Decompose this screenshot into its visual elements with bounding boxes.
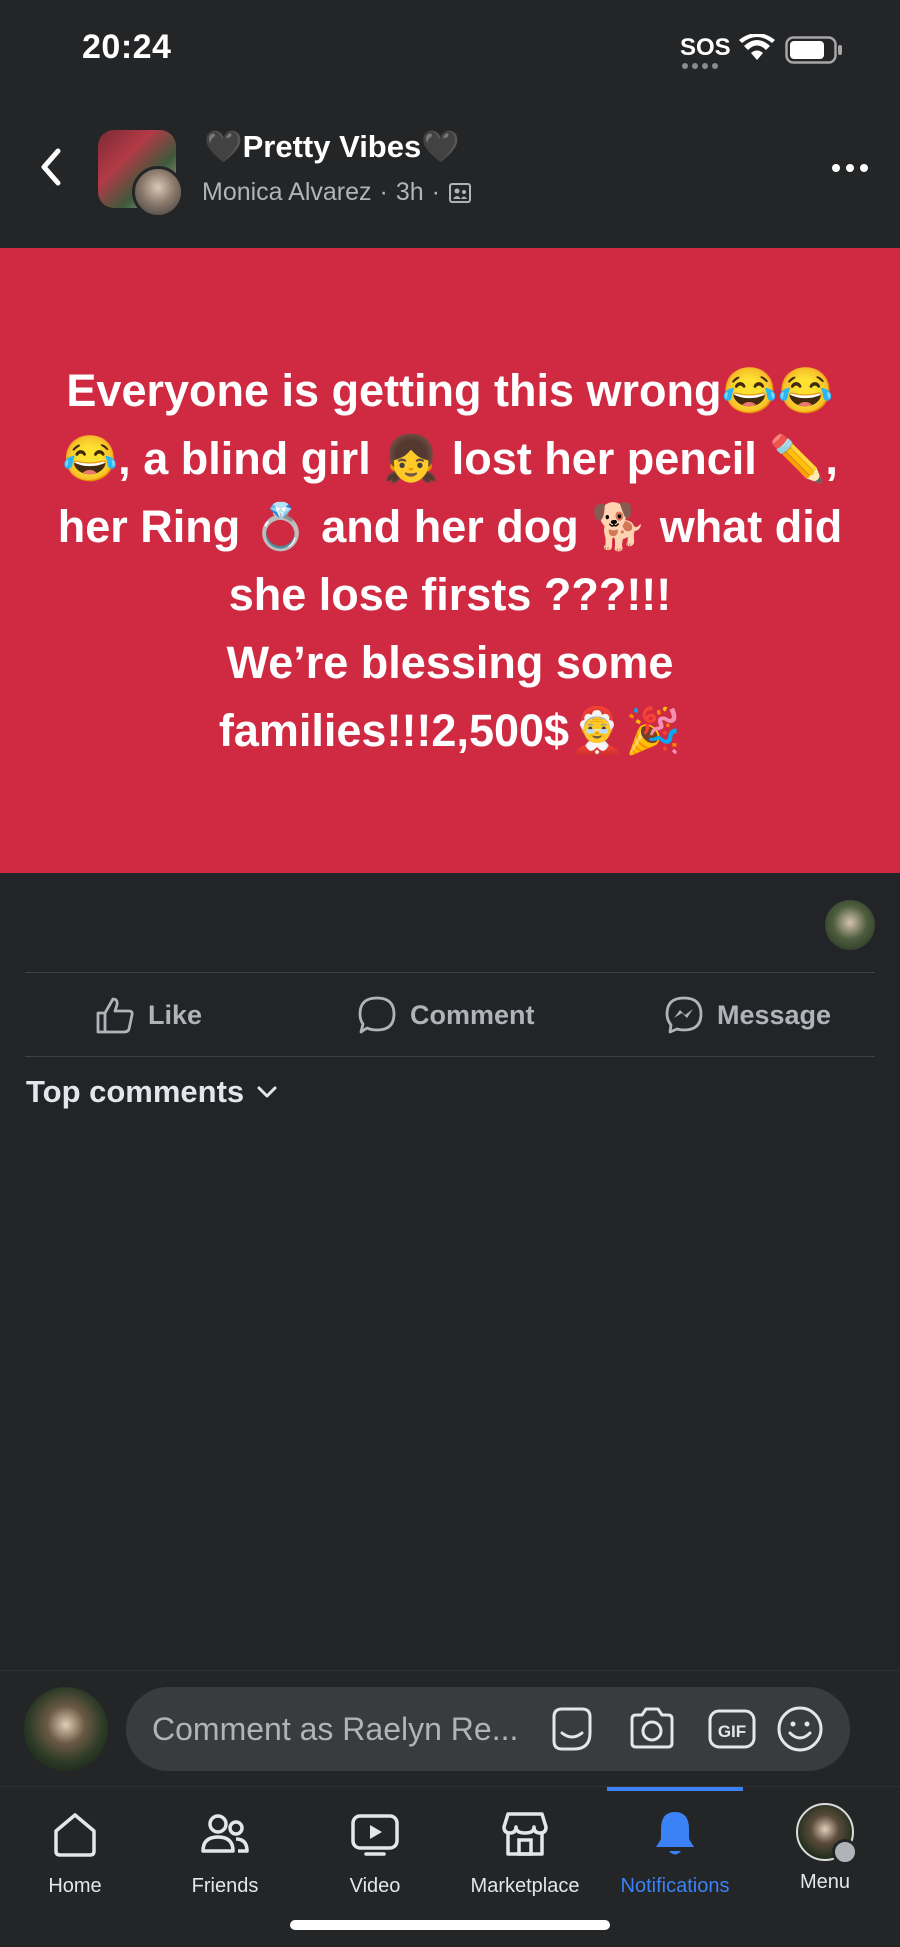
nav-marketplace[interactable]: Marketplace	[450, 1787, 600, 1907]
screen: 20:24 SOS 🖤Pretty Vibes🖤 Monica Alvarez	[0, 0, 900, 1947]
post-text: Everyone is getting this wrong😂😂😂, a bli…	[50, 357, 850, 765]
nav-marketplace-label: Marketplace	[470, 1875, 580, 1897]
comment-label: Comment	[410, 999, 535, 1030]
bell-icon	[656, 1812, 694, 1855]
divider	[25, 972, 875, 973]
nav-notifications[interactable]: Notifications	[600, 1787, 750, 1907]
menu-badge-icon	[832, 1839, 858, 1865]
action-bar: Like Comment Message	[0, 974, 900, 1056]
like-icon	[96, 997, 134, 1034]
nav-video[interactable]: Video	[300, 1787, 450, 1907]
post-card: Everyone is getting this wrong😂😂😂, a bli…	[0, 248, 900, 873]
camera-icon[interactable]	[626, 1703, 678, 1755]
nav-home-label: Home	[48, 1875, 102, 1897]
more-icon	[832, 164, 840, 172]
battery-icon	[785, 36, 842, 64]
privacy-icon	[449, 182, 471, 203]
post-time: 3h	[395, 178, 424, 206]
comments-filter-label: Top comments	[26, 1074, 245, 1109]
nav-video-label: Video	[349, 1875, 401, 1897]
post-text-line-2: We’re blessing some families!!!2,500$🤶🎉	[218, 636, 682, 756]
home-indicator[interactable]	[290, 1920, 610, 1930]
sos-indicator: SOS	[680, 34, 731, 61]
messenger-icon	[665, 996, 703, 1034]
message-button[interactable]: Message	[663, 974, 831, 1056]
like-label: Like	[148, 999, 203, 1030]
message-label: Message	[717, 999, 832, 1030]
current-user-avatar	[24, 1687, 108, 1771]
sticker-icon[interactable]	[546, 1703, 598, 1755]
status-time: 20:24	[82, 28, 172, 66]
comment-placeholder: Comment as Raelyn Re...	[152, 1711, 519, 1747]
more-button[interactable]	[826, 156, 874, 180]
home-icon	[54, 1813, 96, 1857]
marketplace-icon	[502, 1812, 548, 1856]
meta-separator: ·	[379, 178, 388, 206]
comment-composer: Comment as Raelyn Re... GIF	[0, 1670, 900, 1786]
comment-icon	[358, 996, 396, 1034]
post-text-line-1: Everyone is getting this wrong😂😂😂, a bli…	[57, 364, 843, 620]
group-avatar[interactable]	[98, 130, 184, 218]
nav-menu-label: Menu	[799, 1871, 851, 1893]
gif-icon[interactable]: GIF	[706, 1703, 758, 1755]
like-button[interactable]: Like	[94, 974, 202, 1056]
status-bar: 20:24 SOS	[0, 0, 900, 100]
friends-icon	[201, 1814, 249, 1853]
post-meta: Monica Alvarez · 3h ·	[202, 178, 472, 207]
signal-dots	[682, 63, 722, 69]
emoji-icon[interactable]	[774, 1703, 826, 1755]
chevron-left-icon	[41, 148, 61, 186]
menu-avatar	[796, 1803, 858, 1865]
nav-menu[interactable]: Menu	[750, 1787, 900, 1907]
meta-separator-2: ·	[431, 178, 440, 206]
comments-filter[interactable]: Top comments	[26, 1074, 278, 1110]
author-name[interactable]: Monica Alvarez	[202, 178, 372, 207]
wifi-icon	[739, 34, 775, 60]
chevron-down-icon	[257, 1086, 277, 1098]
nav-friends[interactable]: Friends	[150, 1787, 300, 1907]
nav-notifications-label: Notifications	[620, 1875, 730, 1897]
seen-by-avatar[interactable]	[825, 900, 875, 950]
group-name[interactable]: 🖤Pretty Vibes🖤	[204, 128, 460, 165]
post-header: 🖤Pretty Vibes🖤 Monica Alvarez · 3h ·	[0, 100, 900, 248]
svg-text:GIF: GIF	[718, 1722, 746, 1741]
author-avatar	[132, 166, 184, 218]
comment-button[interactable]: Comment	[356, 974, 535, 1056]
back-button[interactable]	[30, 142, 72, 192]
comment-input[interactable]: Comment as Raelyn Re... GIF	[126, 1687, 850, 1771]
nav-friends-label: Friends	[191, 1875, 259, 1897]
divider	[25, 1056, 875, 1057]
video-icon	[351, 1814, 399, 1856]
nav-home[interactable]: Home	[0, 1787, 150, 1907]
